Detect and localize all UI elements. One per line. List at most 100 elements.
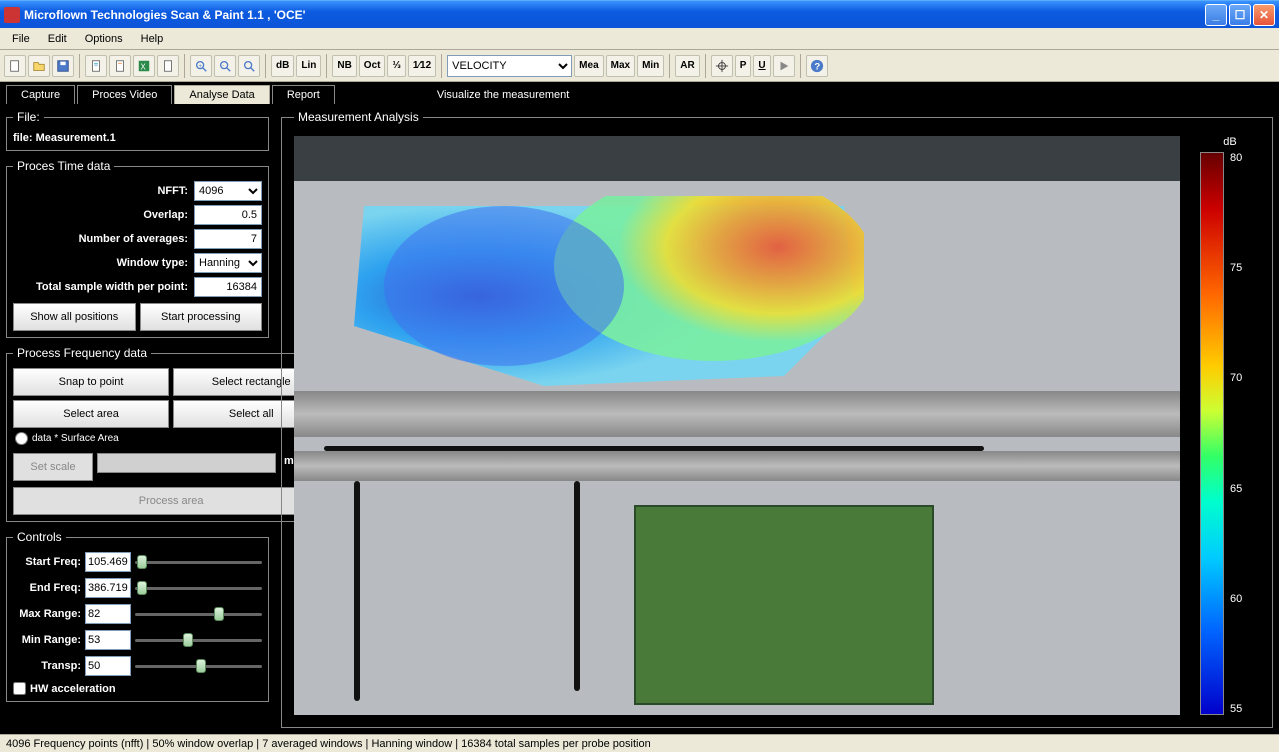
tab-analyse-data[interactable]: Analyse Data (174, 85, 269, 104)
zoom-out-icon[interactable]: - (214, 55, 236, 77)
hw-accel-label: HW acceleration (30, 683, 116, 695)
twelfth-button[interactable]: 1⁄12 (408, 55, 436, 77)
excel-icon[interactable]: X (133, 55, 155, 77)
select-area-button[interactable]: Select area (13, 400, 169, 428)
svg-text:?: ? (814, 61, 820, 72)
set-scale-button[interactable]: Set scale (13, 453, 93, 481)
tab-proces-video[interactable]: Proces Video (77, 85, 172, 104)
nfft-select[interactable]: 4096 (194, 181, 262, 201)
menu-file[interactable]: File (4, 31, 38, 47)
status-text: 4096 Frequency points (nfft) | 50% windo… (6, 738, 651, 750)
minimize-button[interactable]: _ (1205, 4, 1227, 26)
snap-button[interactable]: Snap to point (13, 368, 169, 396)
svg-text:+: + (198, 62, 202, 69)
oct-button[interactable]: Oct (359, 55, 386, 77)
maximize-button[interactable]: ☐ (1229, 4, 1251, 26)
max-range-slider[interactable] (135, 604, 262, 624)
statusbar: 4096 Frequency points (nfft) | 50% windo… (0, 734, 1279, 752)
menu-help[interactable]: Help (133, 31, 172, 47)
avg-label: Number of averages: (13, 233, 194, 245)
mea-button[interactable]: Mea (574, 55, 603, 77)
scale-input[interactable] (97, 453, 276, 473)
measurement-image[interactable] (294, 136, 1180, 715)
zoom-in-icon[interactable]: + (190, 55, 212, 77)
tabbar: Capture Proces Video Analyse Data Report… (0, 82, 1279, 104)
start-processing-button[interactable]: Start processing (140, 303, 263, 331)
min-button[interactable]: Min (637, 55, 664, 77)
surface-area-radio[interactable] (15, 432, 28, 445)
window-label: Window type: (13, 257, 194, 269)
time-legend: Proces Time data (13, 159, 114, 173)
min-range-slider[interactable] (135, 630, 262, 650)
transp-slider[interactable] (135, 656, 262, 676)
controls-panel: Controls Start Freq: End Freq: Max Range… (6, 530, 269, 702)
surface-area-label: data * Surface Area (32, 433, 119, 444)
end-freq-slider[interactable] (135, 578, 262, 598)
sample-input[interactable] (194, 277, 262, 297)
u-button[interactable]: U (753, 55, 770, 77)
cb-tick-75: 75 (1230, 262, 1242, 274)
target-icon[interactable] (711, 55, 733, 77)
cb-tick-65: 65 (1230, 483, 1242, 495)
titlebar: Microflown Technologies Scan & Paint 1.1… (0, 0, 1279, 28)
ar-button[interactable]: AR (675, 55, 699, 77)
cb-tick-60: 60 (1230, 593, 1242, 605)
doc2-icon[interactable] (109, 55, 131, 77)
overlap-label: Overlap: (13, 209, 194, 221)
mode-select[interactable]: VELOCITY (447, 55, 572, 77)
transp-label: Transp: (13, 660, 81, 672)
menu-edit[interactable]: Edit (40, 31, 75, 47)
sample-label: Total sample width per point: (13, 281, 194, 293)
play-icon[interactable] (773, 55, 795, 77)
measurement-analysis: Measurement Analysis (281, 110, 1273, 728)
min-range-input[interactable] (85, 630, 131, 650)
workspace: File: file: Measurement.1 Proces Time da… (0, 104, 1279, 734)
db-button[interactable]: dB (271, 55, 294, 77)
save-icon[interactable] (52, 55, 74, 77)
avg-input[interactable] (194, 229, 262, 249)
colorbar: dB 80 75 70 65 60 55 (1200, 136, 1260, 715)
max-button[interactable]: Max (606, 55, 635, 77)
lin-button[interactable]: Lin (296, 55, 321, 77)
min-range-label: Min Range: (13, 634, 81, 646)
transp-input[interactable] (85, 656, 131, 676)
zoom-reset-icon[interactable] (238, 55, 260, 77)
third-button[interactable]: ⅓ (387, 55, 405, 77)
close-button[interactable]: ✕ (1253, 4, 1275, 26)
start-freq-slider[interactable] (135, 552, 262, 572)
start-freq-input[interactable] (85, 552, 131, 572)
time-data-panel: Proces Time data NFFT: 4096 Overlap: Num… (6, 159, 269, 338)
doc1-icon[interactable] (85, 55, 107, 77)
app-icon (4, 7, 20, 23)
max-range-label: Max Range: (13, 608, 81, 620)
cb-tick-55: 55 (1230, 703, 1242, 715)
window-select[interactable]: Hanning (194, 253, 262, 273)
freq-legend: Process Frequency data (13, 346, 151, 360)
end-freq-input[interactable] (85, 578, 131, 598)
file-legend: File: (13, 110, 44, 124)
max-range-input[interactable] (85, 604, 131, 624)
svg-text:X: X (141, 62, 147, 71)
file-panel: File: file: Measurement.1 (6, 110, 269, 151)
cb-tick-70: 70 (1230, 372, 1242, 384)
main-legend: Measurement Analysis (294, 110, 423, 124)
p-button[interactable]: P (735, 55, 752, 77)
open-icon[interactable] (28, 55, 50, 77)
nb-button[interactable]: NB (332, 55, 356, 77)
doc3-icon[interactable] (157, 55, 179, 77)
overlap-input[interactable] (194, 205, 262, 225)
hw-accel-checkbox[interactable] (13, 682, 26, 695)
show-all-button[interactable]: Show all positions (13, 303, 136, 331)
start-freq-label: Start Freq: (13, 556, 81, 568)
left-panel: File: file: Measurement.1 Proces Time da… (0, 104, 275, 734)
help-icon[interactable]: ? (806, 55, 828, 77)
colorbar-gradient (1200, 152, 1224, 715)
tab-description: Visualize the measurement (437, 89, 569, 104)
menu-options[interactable]: Options (77, 31, 131, 47)
main-panel: Measurement Analysis (275, 104, 1279, 734)
tab-capture[interactable]: Capture (6, 85, 75, 104)
new-icon[interactable] (4, 55, 26, 77)
end-freq-label: End Freq: (13, 582, 81, 594)
tab-report[interactable]: Report (272, 85, 335, 104)
svg-text:-: - (222, 61, 224, 68)
